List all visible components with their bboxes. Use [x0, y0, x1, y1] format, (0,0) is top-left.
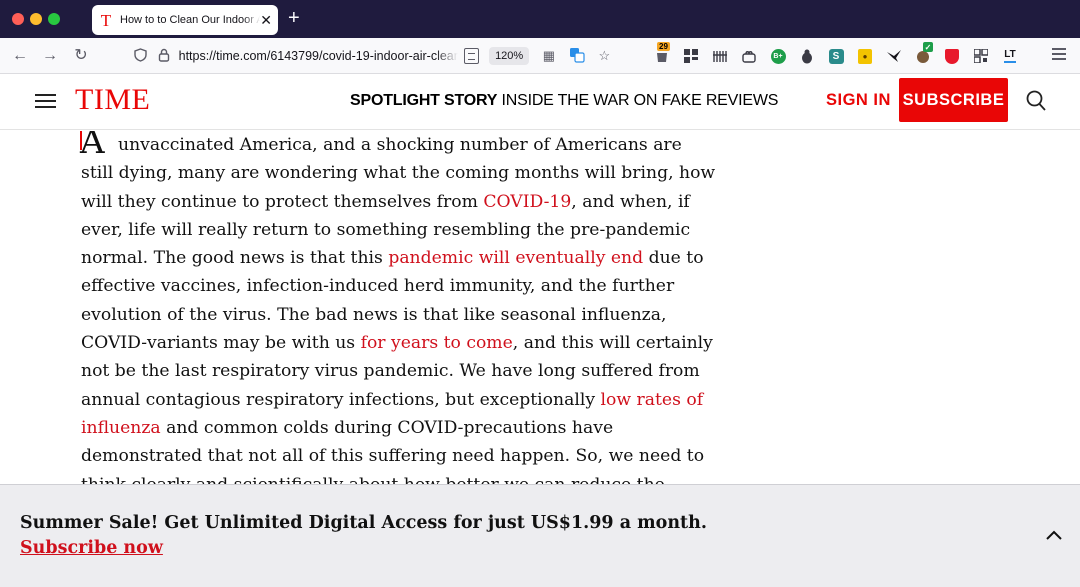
bookmark-star-icon[interactable]: ☆ — [597, 48, 612, 64]
search-icon[interactable] — [1026, 90, 1046, 112]
subscribe-now-link[interactable]: Subscribe now — [20, 538, 163, 558]
article-line: normal. The good news is that this pande… — [81, 248, 704, 269]
extension-counter-badge: 29 — [657, 42, 670, 51]
site-header: TIME SPOTLIGHT STORY INSIDE THE WAR ON F… — [0, 74, 1080, 130]
browser-tab-bar: T How to to Clean Our Indoor Air P ✕ + — [0, 0, 1080, 38]
translate-icon[interactable] — [569, 47, 585, 66]
zoom-level-badge[interactable]: 120% — [489, 47, 530, 65]
spotlight-title: INSIDE THE WAR ON FAKE REVIEWS — [501, 92, 779, 109]
article-line: unvaccinated America, and a shocking num… — [118, 135, 682, 155]
extension-bird-icon[interactable] — [884, 46, 904, 66]
active-tab[interactable]: T How to to Clean Our Indoor Air P ✕ — [92, 5, 278, 35]
time-logo[interactable]: TIME — [75, 83, 150, 117]
article-line: not be the last respiratory virus pandem… — [81, 361, 700, 382]
article-body: A unvaccinated America, and a shocking n… — [0, 131, 1080, 484]
covid-19-link[interactable]: COVID-19 — [483, 192, 571, 212]
extension-bug-icon[interactable] — [797, 46, 817, 66]
extension-red-shield-icon[interactable] — [942, 46, 962, 66]
time-favicon-icon: T — [100, 10, 112, 30]
article-paragraph: unvaccinated America, and a shocking num… — [81, 131, 716, 484]
languagetool-extension-icon[interactable]: LT — [1000, 46, 1020, 66]
banner-message: Summer Sale! Get Unlimited Digital Acces… — [20, 513, 707, 533]
article-line: still dying, many are wondering what the… — [81, 163, 716, 184]
low-rates-influenza-link[interactable]: low rates of — [601, 390, 704, 410]
article-line: evolution of the virus. The bad news is … — [81, 304, 667, 325]
years-to-come-link[interactable]: for years to come — [361, 333, 513, 353]
extension-yellow-icon[interactable]: ● — [855, 46, 875, 66]
reload-icon[interactable]: ↻ — [71, 46, 91, 66]
window-close-button[interactable] — [12, 13, 24, 25]
extension-bars-icon[interactable] — [710, 46, 730, 66]
article-line: influenza and common colds during COVID-… — [81, 417, 614, 438]
chevron-up-icon[interactable] — [1045, 528, 1063, 540]
extension-counter-icon[interactable]: 29 — [652, 42, 672, 66]
article-line: will they continue to protect themselves… — [81, 191, 690, 212]
tracking-protection-shield-icon[interactable] — [132, 47, 149, 65]
browser-nav-bar: ← → ↻ https://time.com/6143799/covid-19-… — [0, 38, 1080, 74]
url-bar[interactable]: https://time.com/6143799/covid-19-indoor… — [132, 42, 612, 70]
pandemic-end-link[interactable]: pandemic will eventually end — [388, 248, 643, 268]
forward-arrow-icon[interactable]: → — [40, 46, 60, 66]
grammarly-extension-icon[interactable]: B+ — [768, 46, 788, 66]
sign-in-link[interactable]: SIGN IN — [826, 91, 891, 110]
back-arrow-icon[interactable]: ← — [10, 46, 30, 66]
browser-menu-icon[interactable] — [1052, 48, 1066, 64]
tab-close-icon[interactable]: ✕ — [260, 13, 272, 27]
low-rates-influenza-link-cont[interactable]: influenza — [81, 418, 161, 438]
lock-icon[interactable] — [155, 48, 172, 65]
article-line: annual contagious respiratory infections… — [81, 389, 704, 410]
spotlight-story-link[interactable]: SPOTLIGHT STORY INSIDE THE WAR ON FAKE R… — [350, 92, 778, 110]
window-zoom-button[interactable] — [48, 13, 60, 25]
article-line: demonstrated that not all of this suffer… — [81, 446, 705, 467]
tab-title: How to to Clean Our Indoor Air P — [120, 14, 260, 26]
extension-check-icon[interactable]: ✓ — [913, 42, 933, 66]
qr-grid-icon[interactable]: ▦ — [541, 48, 556, 64]
sider-extension-icon[interactable]: S — [826, 46, 846, 66]
article-line: effective vaccines, infection-induced he… — [81, 276, 675, 297]
site-menu-icon[interactable] — [35, 94, 56, 108]
reader-view-icon[interactable] — [463, 48, 480, 64]
extension-gift-icon[interactable] — [739, 46, 759, 66]
window-minimize-button[interactable] — [30, 13, 42, 25]
subscription-banner: Summer Sale! Get Unlimited Digital Acces… — [0, 484, 1080, 587]
article-line: COVID-variants may be with us for years … — [81, 333, 713, 354]
extensions-toolbar: 29 B+ S ● ✓ LT — [652, 42, 1029, 66]
spotlight-label: SPOTLIGHT STORY — [350, 92, 498, 109]
subscribe-button[interactable]: SUBSCRIBE — [899, 78, 1008, 122]
article-line: ever, life will really return to somethi… — [81, 219, 691, 240]
extension-qr-icon[interactable] — [971, 46, 991, 66]
new-tab-button[interactable]: + — [288, 8, 300, 28]
url-text[interactable]: https://time.com/6143799/covid-19-indoor… — [179, 49, 458, 63]
extension-grid-icon[interactable] — [681, 46, 701, 66]
article-line: think clearly and scientifically about h… — [81, 471, 681, 484]
